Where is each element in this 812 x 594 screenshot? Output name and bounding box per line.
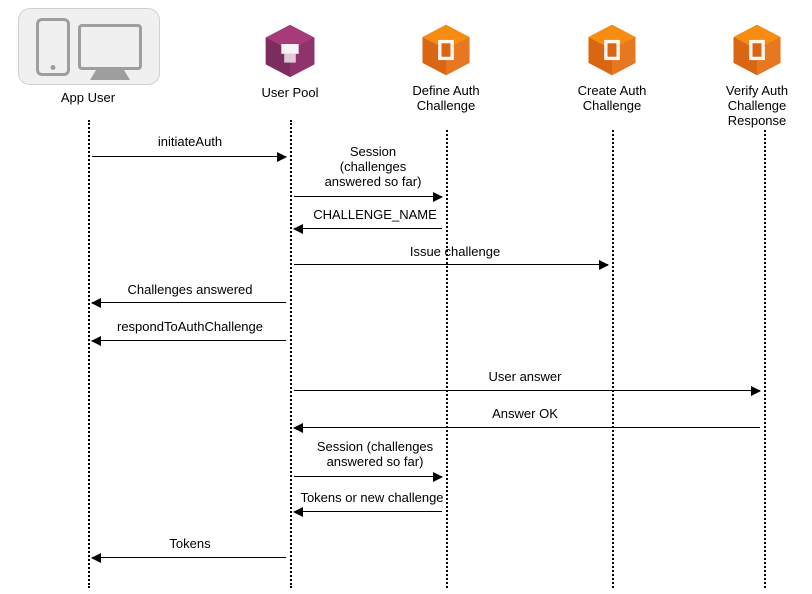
participant-label: Verify Auth Challenge Response <box>702 84 812 129</box>
participant-app-user: App User <box>18 8 158 106</box>
cognito-icon <box>258 22 322 80</box>
participant-label: Create Auth Challenge <box>576 84 648 114</box>
msg-issue-challenge: Issue challenge <box>380 245 530 260</box>
arrow-session1 <box>294 196 442 197</box>
msg-answer-ok: Answer OK <box>450 407 600 422</box>
arrow-respond-to-auth <box>92 340 286 341</box>
participant-create-auth: Create Auth Challenge <box>576 22 648 114</box>
lifeline-app-user <box>88 120 90 588</box>
msg-session2: Session (challenges answered so far) <box>300 440 450 470</box>
arrow-issue-challenge <box>294 264 608 265</box>
lambda-icon <box>410 22 482 78</box>
phone-icon <box>36 18 70 76</box>
participant-label: User Pool <box>258 86 322 101</box>
arrow-tokens-or-new <box>294 511 442 512</box>
monitor-icon <box>78 24 142 70</box>
app-user-icon <box>18 8 160 85</box>
arrow-tokens <box>92 557 286 558</box>
msg-initiate-auth: initiateAuth <box>120 135 260 150</box>
lifeline-define <box>446 130 448 588</box>
arrow-user-answer <box>294 390 760 391</box>
participant-label: Define Auth Challenge <box>410 84 482 114</box>
lifeline-verify <box>764 130 766 588</box>
lambda-icon <box>576 22 648 78</box>
msg-user-answer: User answer <box>450 370 600 385</box>
msg-respond-to-auth: respondToAuthChallenge <box>100 320 280 335</box>
arrow-answer-ok <box>294 427 760 428</box>
lambda-icon <box>702 22 812 78</box>
arrow-session2 <box>294 476 442 477</box>
msg-session1: Session (challenges answered so far) <box>308 145 438 190</box>
arrow-initiate-auth <box>92 156 286 157</box>
msg-tokens: Tokens <box>150 537 230 552</box>
msg-challenge-name: CHALLENGE_NAME <box>300 208 450 223</box>
arrow-challenges-answered <box>92 302 286 303</box>
participant-verify-auth: Verify Auth Challenge Response <box>702 22 812 129</box>
arrow-challenge-name <box>294 228 442 229</box>
participant-define-auth: Define Auth Challenge <box>410 22 482 114</box>
participant-user-pool: User Pool <box>258 22 322 101</box>
lifeline-create <box>612 130 614 588</box>
sequence-diagram: App User User Pool Define Auth Challenge <box>0 0 812 594</box>
participant-label: App User <box>18 91 158 106</box>
lifeline-user-pool <box>290 120 292 588</box>
msg-challenges-answered: Challenges answered <box>110 283 270 298</box>
msg-tokens-or-new: Tokens or new challenge <box>292 491 452 506</box>
